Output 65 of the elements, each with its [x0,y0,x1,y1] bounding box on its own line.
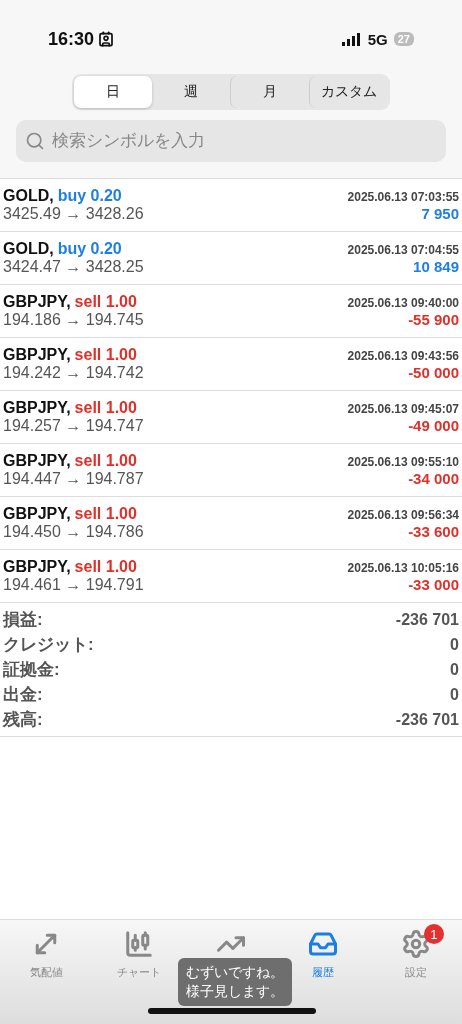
price-range: 194.186 → 194.745 [3,310,144,329]
trade-time: 2025.06.13 09:43:56 [347,348,459,363]
summary-label: 証拠金: [3,659,60,681]
battery-indicator: 27 [393,32,414,46]
period-tab[interactable]: 日 [74,76,152,108]
order-label: sell 1.00 [74,451,137,470]
symbol-label: GBPJPY, [3,557,71,576]
symbol-label: GBPJPY, [3,398,71,417]
profit-value: -34 000 [408,469,459,487]
price-range: 3424.47 → 3428.25 [3,257,144,276]
profit-value: 7 950 [421,204,459,222]
price-range: 194.461 → 194.791 [3,575,144,594]
summary-value: -236 701 [395,610,459,629]
order-label: sell 1.00 [74,557,137,576]
period-tab[interactable]: 週 [152,76,230,108]
profit-value: -55 900 [408,310,459,328]
price-range: 194.242 → 194.742 [3,363,144,382]
order-label: sell 1.00 [74,345,137,364]
symbol-label: GBPJPY, [3,504,71,523]
summary-value: 0 [450,660,459,679]
profit-value: 10 849 [413,257,459,275]
symbol-label: GBPJPY, [3,451,71,470]
symbol-label: GOLD, [3,239,54,258]
trade-time: 2025.06.13 09:45:07 [347,401,459,416]
summary-label: クレジット: [3,634,94,656]
trade-time: 2025.06.13 09:40:00 [347,295,459,310]
period-tab[interactable]: カスタム [309,76,388,108]
summary-value: 0 [450,635,459,654]
contact-icon [98,31,115,47]
price-range: 194.450 → 194.786 [3,522,144,541]
trade-time: 2025.06.13 07:04:55 [347,242,459,257]
symbol-label: GBPJPY, [3,292,71,311]
trade-time: 2025.06.13 10:05:16 [347,560,459,575]
status-time: 16:30 [48,28,95,50]
order-label: buy 0.20 [57,186,122,205]
summary-label: 損益: [3,609,43,631]
summary-label: 出金: [3,684,43,706]
profit-value: -50 000 [408,363,459,381]
order-label: buy 0.20 [57,239,122,258]
summary-value: -236 701 [395,710,459,729]
summary-value: 0 [450,685,459,704]
period-tab[interactable]: 月 [230,76,309,108]
profit-value: -33 000 [408,575,459,593]
symbol-label: GOLD, [3,186,54,205]
profit-value: -33 600 [408,522,459,540]
caption-text: むずいですね。 様子見します。 [178,958,292,1006]
search-field[interactable]: 検索シンボルを入力 [16,120,446,162]
order-label: sell 1.00 [74,398,137,417]
price-range: 3425.49 → 3428.26 [3,204,144,223]
profit-value: -49 000 [408,416,459,434]
settings-icon [400,929,431,959]
price-range: 194.257 → 194.747 [3,416,144,435]
trade-time: 2025.06.13 09:55:10 [347,454,459,469]
order-label: sell 1.00 [74,292,137,311]
search-icon [25,131,45,151]
network-label: 5G [367,30,388,48]
trade-time: 2025.06.13 07:03:55 [347,189,459,204]
candlestick-icon [123,929,154,959]
trade-time: 2025.06.13 09:56:34 [347,507,459,522]
summary-label: 残高: [3,709,43,731]
price-range: 194.447 → 194.787 [3,469,144,488]
notification-badge: 1 [423,924,444,944]
symbol-label: GBPJPY, [3,345,71,364]
order-label: sell 1.00 [74,504,137,523]
signal-icon [341,32,362,46]
